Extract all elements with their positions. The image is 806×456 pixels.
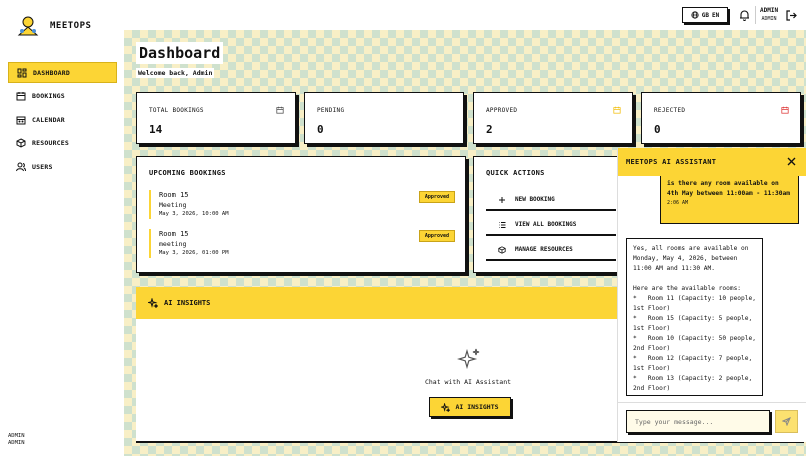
welcome-text: Welcome back, Admin bbox=[136, 68, 215, 78]
stat-label: REJECTED bbox=[654, 107, 686, 114]
bell-icon[interactable] bbox=[739, 9, 750, 21]
language-code: EN bbox=[712, 11, 720, 19]
stat-value: 0 bbox=[654, 123, 661, 136]
logo-icon bbox=[17, 16, 39, 36]
sparkles-icon bbox=[457, 348, 480, 370]
sidebar-user-role: ADMIN bbox=[8, 440, 25, 446]
ai-insights-title: AI INSIGHTS bbox=[164, 299, 211, 307]
manage-resources-button[interactable]: MANAGE RESOURCES bbox=[486, 240, 616, 261]
stat-card-pending: PENDING 0 bbox=[304, 92, 464, 144]
sidebar-item-resources[interactable]: RESOURCES bbox=[8, 133, 117, 154]
booking-date: May 3, 2026, 01:00 PM bbox=[159, 250, 229, 256]
upcoming-bookings-title: UPCOMING BOOKINGS bbox=[149, 169, 226, 177]
booking-type: meeting bbox=[159, 240, 187, 248]
assistant-message: Yes, all rooms are available on Monday, … bbox=[626, 238, 763, 396]
language-selector[interactable]: GB EN bbox=[682, 7, 728, 23]
booking-room: Room 15 bbox=[159, 191, 189, 199]
header-user-role: ADMIN bbox=[761, 16, 777, 22]
new-booking-button[interactable]: NEW BOOKING bbox=[486, 190, 616, 211]
message-time: 2:06 AM bbox=[667, 200, 689, 206]
ai-insights-header: AI INSIGHTS bbox=[136, 287, 620, 319]
list-icon bbox=[499, 221, 506, 228]
page-title: Dashboard bbox=[136, 42, 224, 64]
calendar-icon bbox=[16, 92, 26, 101]
upcoming-bookings-card: UPCOMING BOOKINGS Room 15 Meeting May 3,… bbox=[136, 156, 466, 273]
booking-room: Room 15 bbox=[159, 230, 189, 238]
sidebar-item-users[interactable]: USERS bbox=[8, 156, 117, 177]
close-icon[interactable] bbox=[787, 157, 796, 166]
cube-icon bbox=[498, 245, 506, 254]
sparkles-icon bbox=[441, 402, 451, 412]
booking-date: May 3, 2026, 10:00 AM bbox=[159, 211, 229, 217]
logo[interactable]: MEETOPS bbox=[16, 14, 91, 38]
app-name: MEETOPS bbox=[50, 21, 92, 31]
quick-actions-title: QUICK ACTIONS bbox=[486, 169, 545, 177]
header-user-name: ADMIN bbox=[760, 7, 779, 14]
sparkles-icon bbox=[148, 298, 158, 308]
ai-insights-button-label: AI INSIGHTS bbox=[455, 403, 499, 411]
status-badge: Approved bbox=[418, 230, 455, 242]
sidebar-item-dashboard[interactable]: DASHBOARD bbox=[8, 62, 117, 83]
status-badge: Approved bbox=[418, 191, 455, 203]
booking-item[interactable]: Room 15 meeting May 3, 2026, 01:00 PM Ap… bbox=[149, 229, 455, 258]
ai-chat-panel: MEETOPS AI ASSISTANT is there any room a… bbox=[618, 148, 806, 442]
stat-card-total-bookings: TOTAL BOOKINGS 14 bbox=[136, 92, 296, 144]
sidebar-item-calendar[interactable]: CALENDAR bbox=[8, 109, 117, 130]
calendar-grid-icon bbox=[16, 116, 26, 124]
language-flag: GB bbox=[701, 11, 709, 19]
send-icon bbox=[782, 417, 791, 426]
users-icon bbox=[16, 162, 26, 171]
cube-icon bbox=[16, 138, 26, 148]
header-user[interactable]: ADMIN ADMIN bbox=[760, 7, 778, 23]
stat-value: 0 bbox=[317, 123, 324, 136]
view-all-bookings-button[interactable]: VIEW ALL BOOKINGS bbox=[486, 215, 616, 236]
sidebar-item-bookings[interactable]: BOOKINGS bbox=[8, 86, 117, 107]
calendar-icon bbox=[276, 106, 284, 114]
sidebar-item-label: USERS bbox=[32, 162, 53, 171]
sidebar-item-label: CALENDAR bbox=[32, 115, 65, 124]
quick-actions-card: QUICK ACTIONS NEW BOOKING VIEW ALL BOOKI… bbox=[473, 156, 633, 273]
sidebar: MEETOPS DASHBOARD BOOKINGS CALENDAR RESO… bbox=[0, 0, 124, 456]
chat-title: MEETOPS AI ASSISTANT bbox=[626, 158, 717, 166]
chat-input-area bbox=[618, 402, 806, 442]
sidebar-item-label: BOOKINGS bbox=[32, 92, 65, 100]
logout-icon[interactable] bbox=[786, 10, 797, 21]
sidebar-item-label: DASHBOARD bbox=[33, 68, 71, 77]
globe-icon bbox=[691, 11, 699, 19]
stat-value: 2 bbox=[486, 123, 493, 136]
quick-action-label: VIEW ALL BOOKINGS bbox=[515, 221, 577, 228]
quick-action-label: MANAGE RESOURCES bbox=[515, 246, 573, 253]
chat-message-input[interactable] bbox=[626, 410, 770, 433]
header-divider bbox=[755, 6, 756, 24]
send-button[interactable] bbox=[775, 410, 798, 433]
sidebar-nav: DASHBOARD BOOKINGS CALENDAR RESOURCES US… bbox=[8, 62, 117, 180]
chat-header: MEETOPS AI ASSISTANT bbox=[618, 148, 806, 176]
stat-card-rejected: REJECTED 0 bbox=[641, 92, 801, 144]
sidebar-item-label: RESOURCES bbox=[32, 139, 70, 147]
stat-card-approved: APPROVED 2 bbox=[473, 92, 633, 144]
booking-type: Meeting bbox=[159, 201, 187, 209]
quick-action-label: NEW BOOKING bbox=[515, 196, 555, 203]
ai-insights-button[interactable]: AI INSIGHTS bbox=[429, 397, 511, 417]
stat-label: APPROVED bbox=[486, 107, 518, 114]
calendar-icon bbox=[781, 106, 789, 114]
dashboard-icon bbox=[17, 68, 27, 77]
sidebar-user-name: ADMIN bbox=[8, 433, 25, 439]
sidebar-user: ADMIN ADMIN bbox=[8, 433, 25, 447]
stat-value: 14 bbox=[149, 123, 163, 136]
user-message-text: is there any room available on 4th May b… bbox=[667, 180, 790, 197]
plus-icon bbox=[499, 196, 505, 203]
booking-item[interactable]: Room 15 Meeting May 3, 2026, 10:00 AM Ap… bbox=[149, 190, 455, 219]
stat-label: PENDING bbox=[317, 107, 345, 114]
user-message: is there any room available on 4th May b… bbox=[660, 176, 799, 224]
calendar-icon bbox=[613, 106, 621, 114]
stat-label: TOTAL BOOKINGS bbox=[149, 107, 204, 114]
